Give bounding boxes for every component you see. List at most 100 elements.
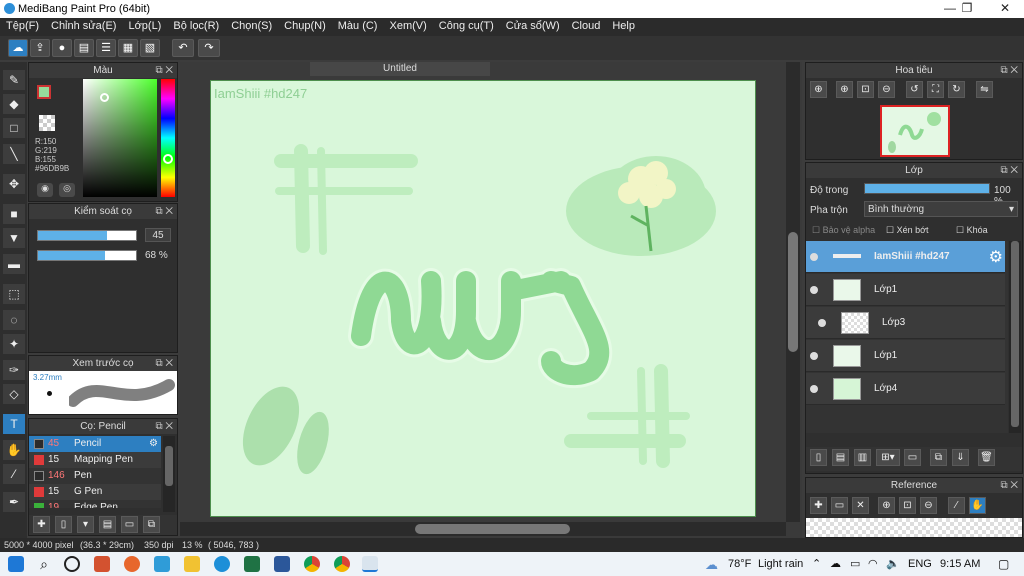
brush-settings-icon[interactable]: ▤	[99, 516, 116, 533]
zoom-out-icon[interactable]: ⊖	[920, 497, 937, 514]
layer-opacity-slider[interactable]	[864, 183, 990, 194]
add-brush-icon[interactable]: ✚	[33, 516, 50, 533]
gear-icon[interactable]: ⚙	[989, 247, 1003, 267]
hand-icon[interactable]: ✋	[969, 497, 986, 514]
eyedropper-icon[interactable]: ⁄	[948, 497, 965, 514]
menu-edit[interactable]: Chỉnh sửa(E)	[45, 18, 122, 32]
add-reference-icon[interactable]: ✚	[810, 497, 827, 514]
close-button[interactable]: ✕	[990, 1, 1020, 17]
add-layer-menu-icon[interactable]: ⊞▾	[876, 449, 900, 466]
new-brush-icon[interactable]: ▯	[55, 516, 72, 533]
layer-list-scrollbar[interactable]	[1009, 241, 1021, 433]
hand-tool-icon[interactable]: ✋	[3, 440, 25, 460]
edge-icon[interactable]	[214, 556, 230, 572]
eraser-tool-icon[interactable]: ◆	[3, 94, 25, 114]
windows-start-icon[interactable]	[8, 556, 24, 572]
shape-tool-icon[interactable]: □	[3, 118, 25, 138]
zoom-in-alt-icon[interactable]: ⊕	[836, 81, 853, 98]
panel-close-icon[interactable]: ⧉ ✕	[155, 63, 173, 78]
chrome-icon[interactable]	[334, 556, 350, 572]
layer-folder-icon[interactable]: ▭	[904, 449, 921, 466]
upload-icon[interactable]: ⇪	[30, 39, 50, 57]
vertical-scrollbar[interactable]	[786, 62, 800, 522]
menu-help[interactable]: Help	[606, 18, 641, 32]
fill-rect-tool-icon[interactable]: ■	[3, 204, 25, 224]
panel-close-icon[interactable]: ⧉ ✕	[1000, 163, 1018, 178]
close-reference-icon[interactable]: ✕	[852, 497, 869, 514]
panel-close-icon[interactable]: ⧉ ✕	[155, 356, 173, 371]
grid-icon[interactable]: ▦	[118, 39, 138, 57]
zoom-in-icon[interactable]: ⊕	[878, 497, 895, 514]
magic-wand-icon[interactable]: ✦	[3, 334, 25, 354]
menu-view[interactable]: Xem(V)	[383, 18, 432, 32]
panel-icon[interactable]: ▧	[140, 39, 160, 57]
notification-icon[interactable]: ▢	[998, 557, 1009, 571]
eye-icon[interactable]	[810, 352, 818, 360]
medibang-taskbar-icon[interactable]	[362, 556, 378, 572]
layer-row[interactable]: IamShiii #hd247 ⚙	[806, 241, 1005, 273]
show-hidden-icons[interactable]: ⌃	[812, 557, 821, 570]
brush-size-slider[interactable]	[37, 230, 137, 241]
panel-close-icon[interactable]: ⧉ ✕	[1000, 63, 1018, 78]
flip-icon[interactable]: ⇋	[976, 81, 993, 98]
select-eraser-icon[interactable]: ◇	[3, 384, 25, 404]
cloud-sync-icon[interactable]: ☁	[830, 557, 841, 570]
merge-layer-icon[interactable]: ⇓	[952, 449, 969, 466]
layer-row[interactable]: Lớp4	[806, 373, 1005, 405]
brush-menu-icon[interactable]: ▾	[77, 516, 94, 533]
brush-list-scrollbar[interactable]	[163, 436, 175, 512]
undo-icon[interactable]: ↶	[172, 39, 194, 57]
blend-mode-select[interactable]: Bình thường ▾	[864, 201, 1018, 217]
menu-capture[interactable]: Chụp(N)	[278, 18, 332, 32]
transparent-swatch[interactable]	[39, 115, 55, 131]
horizontal-scrollbar[interactable]	[180, 522, 786, 536]
navigator-thumbnail[interactable]	[880, 105, 950, 157]
excel-icon[interactable]	[244, 556, 260, 572]
zoom-in-icon[interactable]: ⊕	[810, 81, 827, 98]
palette-icon[interactable]: ◉	[37, 183, 53, 197]
brush-item[interactable]: 15 Mapping Pen	[29, 452, 161, 468]
select-rect-icon[interactable]: ⬚	[3, 284, 25, 304]
text-tool-icon[interactable]: T	[3, 414, 25, 434]
open-folder-icon[interactable]: ▭	[831, 497, 848, 514]
saturation-picker[interactable]	[83, 79, 157, 197]
gear-icon[interactable]: ⚙	[149, 436, 158, 452]
weather-desc[interactable]: Light rain	[758, 558, 803, 570]
eye-icon[interactable]	[810, 286, 818, 294]
fit-icon[interactable]: ⊡	[857, 81, 874, 98]
panel-close-icon[interactable]: ⧉ ✕	[1000, 478, 1018, 493]
picker-cursor[interactable]	[100, 93, 109, 102]
menu-cloud[interactable]: Cloud	[566, 18, 607, 32]
maximize-button[interactable]: ❐	[952, 1, 982, 17]
layer-row[interactable]: Lớp3	[806, 307, 1005, 339]
menu-window[interactable]: Cửa sổ(W)	[500, 18, 566, 32]
app-icon[interactable]	[124, 556, 140, 572]
protect-alpha-checkbox[interactable]: ☐ Bảo vệ alpha	[812, 225, 875, 236]
select-pen-icon[interactable]: ✑	[3, 360, 25, 380]
brush-opacity-slider[interactable]	[37, 250, 137, 261]
gradient-tool-icon[interactable]: ▬	[3, 254, 25, 274]
chrome-icon[interactable]	[304, 556, 320, 572]
cloud-icon[interactable]: ☁	[8, 39, 28, 57]
line-tool-icon[interactable]: ╲	[3, 144, 25, 164]
rotate-right-icon[interactable]: ↻	[948, 81, 965, 98]
menu-file[interactable]: Tệp(F)	[0, 18, 45, 32]
brush-item[interactable]: 19 Edge Pen	[29, 500, 161, 508]
chat-icon[interactable]: ●	[52, 39, 72, 57]
fit-screen-icon[interactable]: ⛶	[927, 81, 944, 98]
menu-layer[interactable]: Lớp(L)	[122, 18, 167, 32]
comment-icon[interactable]: ▤	[74, 39, 94, 57]
eyedropper-icon[interactable]: ⁄	[3, 464, 25, 484]
brush-item[interactable]: 146 Pen	[29, 468, 161, 484]
hue-slider[interactable]	[161, 79, 175, 197]
tab-untitled[interactable]: Untitled	[310, 62, 490, 76]
lock-checkbox[interactable]: ☐ Khóa	[956, 225, 988, 236]
rotate-left-icon[interactable]: ↺	[906, 81, 923, 98]
eye-icon[interactable]	[810, 253, 818, 261]
panel-close-icon[interactable]: ⧉ ✕	[155, 419, 173, 434]
duplicate-layer-icon[interactable]: ⧉	[930, 449, 947, 466]
menu-color[interactable]: Màu (C)	[332, 18, 384, 32]
hue-cursor[interactable]	[163, 154, 173, 164]
layer-row[interactable]: Lớp1	[806, 340, 1005, 372]
bucket-tool-icon[interactable]: ▼	[3, 228, 25, 248]
